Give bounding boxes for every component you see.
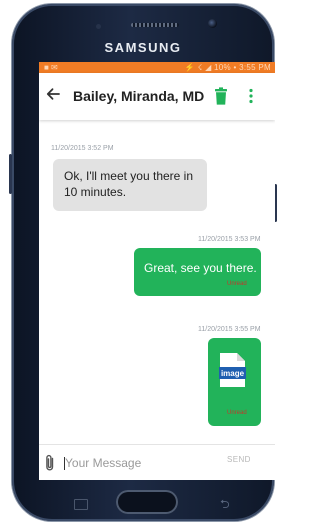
earpiece-speaker	[131, 23, 179, 27]
unread-status: Unread	[227, 410, 247, 416]
message-timestamp: 11/20/2015 3:53 PM	[198, 236, 261, 243]
arrow-left-icon[interactable]	[45, 86, 61, 102]
message-input[interactable]	[65, 453, 215, 473]
more-vertical-icon[interactable]	[248, 88, 254, 104]
outgoing-message-bubble[interactable]: Great, see you there. Unread	[134, 248, 261, 296]
message-text: Great, see you there.	[144, 261, 257, 275]
device-brand: SAMSUNG	[104, 40, 182, 55]
phone-frame: SAMSUNG ⮌ ■ ✉ ⚡ ☇ ◢ 10% • 3:55 PM Bailey…	[9, 4, 277, 521]
message-list[interactable]: 11/20/2015 3:52 PM Ok, I'll meet you the…	[39, 120, 275, 440]
message-timestamp: 11/20/2015 3:52 PM	[51, 145, 114, 152]
notification-icons: ■ ✉	[44, 63, 58, 72]
incoming-message-bubble[interactable]: Ok, I'll meet you there in 10 minutes.	[53, 159, 207, 211]
system-status: ⚡ ☇ ◢ 10% • 3:55 PM	[184, 63, 271, 72]
app-bar: Bailey, Miranda, MD	[39, 73, 275, 120]
home-button[interactable]	[116, 490, 178, 514]
status-bar: ■ ✉ ⚡ ☇ ◢ 10% • 3:55 PM	[39, 62, 275, 73]
message-text: Ok, I'll meet you there in 10 minutes.	[64, 169, 194, 199]
conversation-title: Bailey, Miranda, MD	[73, 88, 205, 104]
attachment-label: image	[221, 369, 245, 378]
send-button[interactable]: SEND	[227, 455, 251, 464]
message-timestamp: 11/20/2015 3:55 PM	[198, 326, 261, 333]
proximity-sensor	[96, 24, 101, 29]
front-camera	[208, 19, 217, 28]
phone-screen: ■ ✉ ⚡ ☇ ◢ 10% • 3:55 PM Bailey, Miranda,…	[39, 62, 275, 480]
paperclip-icon[interactable]	[44, 454, 56, 472]
image-file-icon[interactable]: image	[219, 352, 246, 388]
recent-apps-key[interactable]	[74, 499, 88, 510]
trash-icon[interactable]	[214, 87, 228, 105]
volume-button	[9, 154, 12, 194]
back-key-icon[interactable]: ⮌	[220, 495, 230, 516]
unread-status: Unread	[227, 281, 247, 287]
message-composer: SEND	[39, 444, 275, 480]
outgoing-attachment-bubble[interactable]: image Unread	[208, 338, 261, 426]
